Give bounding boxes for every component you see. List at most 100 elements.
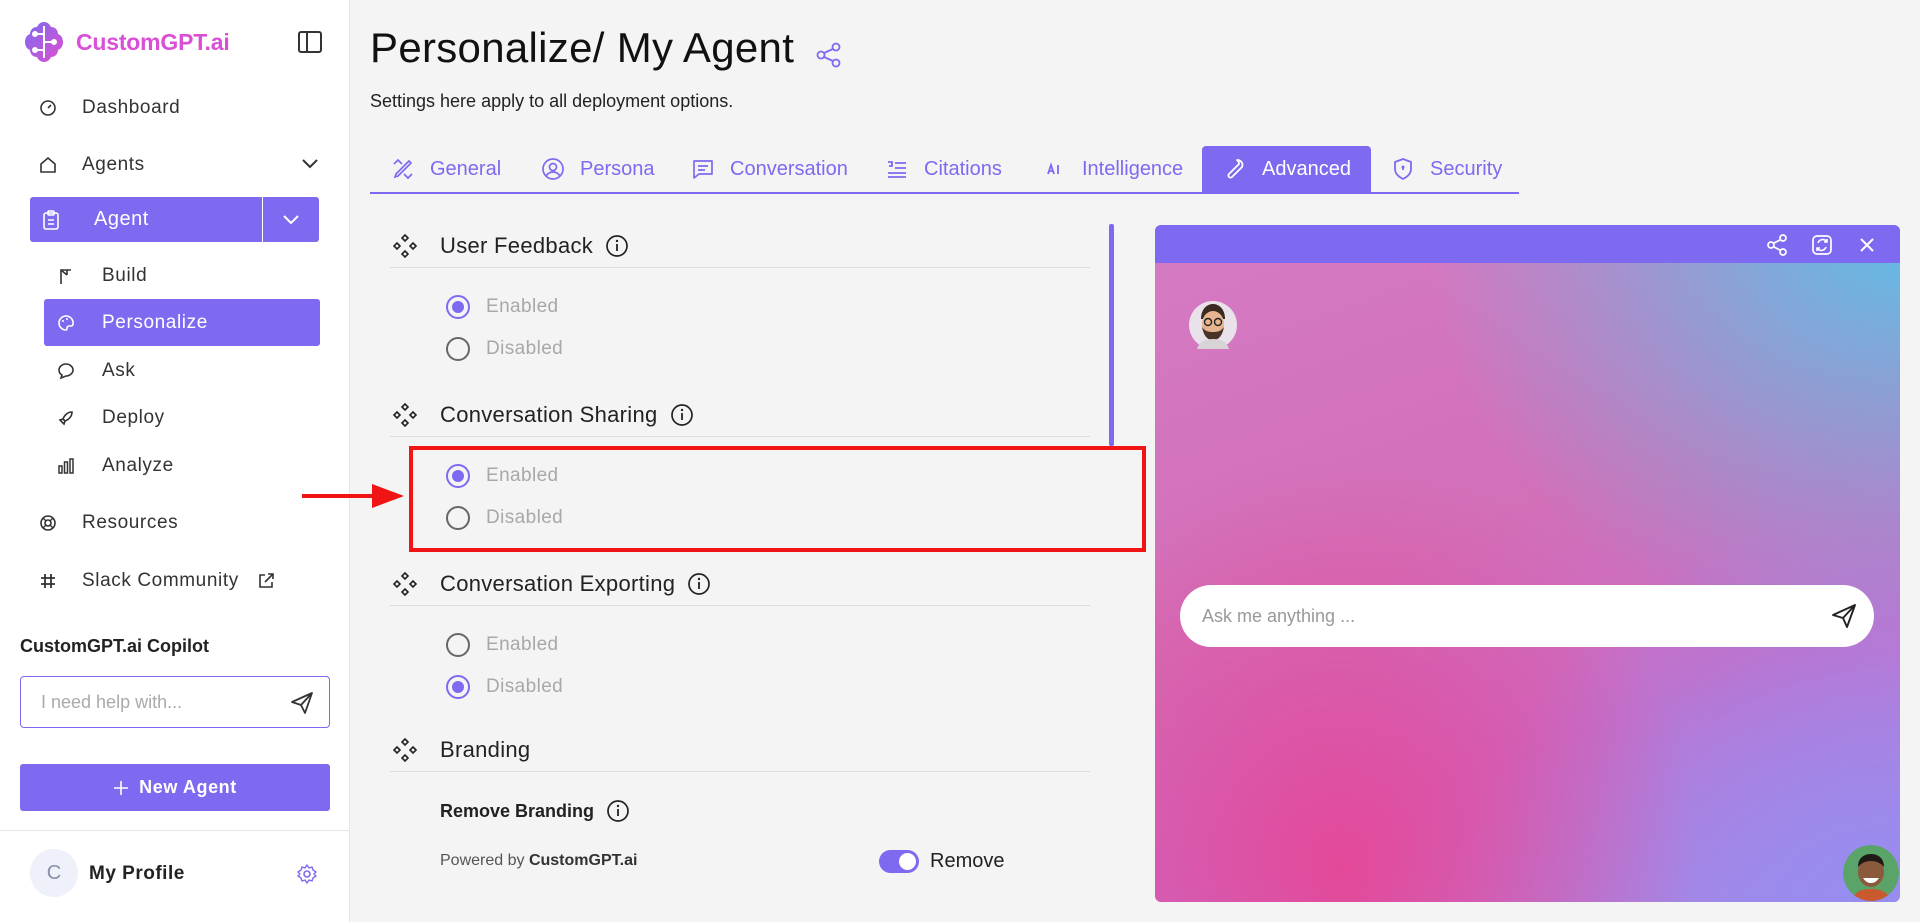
powered-by-brand: CustomGPT.ai bbox=[528, 852, 638, 869]
agent-expand-button[interactable] bbox=[262, 197, 319, 242]
external-link-icon bbox=[259, 573, 274, 588]
conversation-exporting-enabled-radio[interactable]: Enabled bbox=[446, 630, 559, 660]
drag-handle-icon[interactable] bbox=[392, 402, 418, 428]
chat-icon bbox=[56, 361, 76, 381]
chat-preview: Ask me anything ... bbox=[1155, 225, 1900, 902]
sidebar-item-ask[interactable]: Ask bbox=[44, 347, 320, 394]
new-agent-label: New Agent bbox=[139, 777, 237, 797]
sidebar-item-label: Build bbox=[102, 264, 148, 286]
share-icon[interactable] bbox=[1765, 233, 1789, 257]
info-icon[interactable] bbox=[687, 572, 711, 596]
sidebar-item-analyze[interactable]: Analyze bbox=[44, 442, 320, 489]
logo[interactable]: CustomGPT.ai bbox=[20, 18, 230, 66]
tab-conversation[interactable]: Conversation bbox=[690, 146, 848, 192]
sidebar-item-personalize[interactable]: Personalize bbox=[44, 299, 320, 346]
sidebar-item-build[interactable]: Build bbox=[44, 252, 320, 299]
tab-citations[interactable]: Citations bbox=[884, 146, 1002, 192]
sidebar-item-slack-community[interactable]: Slack Community bbox=[30, 557, 275, 605]
share-icon[interactable] bbox=[814, 40, 844, 70]
radio-dot[interactable] bbox=[446, 675, 470, 699]
dashboard-icon bbox=[38, 98, 58, 118]
toggle-label: Remove bbox=[930, 850, 1005, 872]
sidebar-item-dashboard[interactable]: Dashboard bbox=[30, 84, 180, 132]
powered-by-text: Powered by CustomGPT.ai bbox=[440, 852, 637, 870]
section-user-feedback: User Feedback bbox=[390, 224, 1090, 268]
section-title: User Feedback bbox=[440, 232, 594, 258]
sidebar-item-agent[interactable]: Agent bbox=[30, 197, 320, 242]
close-icon[interactable] bbox=[1855, 233, 1879, 257]
drag-handle-icon[interactable] bbox=[392, 571, 418, 597]
tab-label: Intelligence bbox=[1082, 157, 1184, 180]
section-title: Conversation Sharing bbox=[440, 401, 658, 427]
copilot-title: CustomGPT.ai Copilot bbox=[20, 636, 209, 656]
user-feedback-disabled-radio[interactable]: Disabled bbox=[446, 334, 563, 364]
agent-button[interactable]: Agent bbox=[30, 197, 262, 242]
section-conversation-sharing: Conversation Sharing bbox=[390, 393, 1090, 437]
send-icon[interactable] bbox=[289, 690, 315, 716]
sidebar-toggle-icon[interactable] bbox=[296, 28, 324, 56]
tab-label: General bbox=[430, 157, 502, 180]
tab-general[interactable]: General bbox=[390, 146, 501, 192]
drag-handle-icon[interactable] bbox=[392, 233, 418, 259]
tab-security[interactable]: Security bbox=[1390, 146, 1502, 192]
new-agent-button[interactable]: New Agent bbox=[20, 764, 330, 811]
tab-label: Citations bbox=[924, 157, 1002, 180]
sidebar-item-agents[interactable]: Agents bbox=[30, 141, 320, 189]
red-arrow-annotation bbox=[302, 484, 404, 508]
tab-persona[interactable]: Persona bbox=[540, 146, 655, 192]
info-icon[interactable] bbox=[606, 799, 630, 823]
brain-logo-icon bbox=[25, 22, 63, 62]
preview-header bbox=[1155, 225, 1900, 263]
page-subtitle: Settings here apply to all deployment op… bbox=[370, 91, 734, 111]
gear-icon[interactable] bbox=[296, 863, 318, 885]
remove-branding-label: Remove Branding bbox=[440, 799, 630, 823]
tab-advanced[interactable]: Advanced bbox=[1202, 146, 1371, 192]
remove-branding-toggle[interactable] bbox=[879, 850, 919, 873]
info-icon[interactable] bbox=[605, 234, 629, 258]
ai-icon bbox=[1042, 156, 1068, 182]
chevron-down-icon[interactable] bbox=[300, 157, 320, 171]
section-conversation-exporting: Conversation Exporting bbox=[390, 562, 1090, 606]
home-icon bbox=[38, 155, 58, 175]
ask-input[interactable]: Ask me anything ... bbox=[1180, 585, 1874, 647]
profile-name[interactable]: My Profile bbox=[89, 863, 185, 885]
slack-icon bbox=[38, 571, 58, 591]
bar-chart-icon bbox=[56, 456, 76, 476]
radio-dot[interactable] bbox=[446, 337, 470, 361]
message-icon bbox=[690, 156, 716, 182]
send-icon[interactable] bbox=[1830, 602, 1858, 630]
page-title: Personalize/ My Agent bbox=[370, 24, 795, 71]
sidebar-item-label: Deploy bbox=[102, 406, 165, 428]
scrollbar-thumb[interactable] bbox=[1109, 224, 1114, 446]
tab-label: Security bbox=[1430, 157, 1503, 180]
avatar[interactable]: C bbox=[30, 849, 78, 897]
palette-icon bbox=[56, 313, 76, 333]
refresh-icon[interactable] bbox=[1810, 233, 1834, 257]
radio-label: Disabled bbox=[486, 676, 564, 697]
powered-by-prefix: Powered by bbox=[440, 852, 525, 869]
sidebar-item-resources[interactable]: Resources bbox=[30, 499, 178, 547]
sidebar-item-deploy[interactable]: Deploy bbox=[44, 394, 320, 441]
radio-dot[interactable] bbox=[446, 295, 470, 319]
radio-label: Enabled bbox=[486, 634, 559, 655]
lifebuoy-icon bbox=[38, 513, 58, 533]
sidebar-item-label: Analyze bbox=[102, 454, 174, 476]
sidebar-item-label: Agent bbox=[94, 208, 149, 230]
copilot-input[interactable]: I need help with... bbox=[20, 676, 330, 728]
crane-icon bbox=[56, 266, 76, 286]
info-icon[interactable] bbox=[670, 403, 694, 427]
tab-intelligence[interactable]: Intelligence bbox=[1042, 146, 1183, 192]
user-feedback-enabled-radio[interactable]: Enabled bbox=[446, 292, 559, 322]
sidebar-item-label: Personalize bbox=[102, 311, 208, 333]
shield-icon bbox=[1390, 156, 1416, 182]
sidebar-item-label: Resources bbox=[82, 512, 179, 533]
tab-label: Advanced bbox=[1262, 157, 1351, 180]
bot-avatar bbox=[1189, 301, 1237, 349]
ask-placeholder: Ask me anything ... bbox=[1202, 605, 1356, 626]
conversation-exporting-disabled-radio[interactable]: Disabled bbox=[446, 672, 563, 702]
tab-label: Conversation bbox=[730, 157, 848, 180]
radio-dot[interactable] bbox=[446, 633, 470, 657]
tab-label: Persona bbox=[580, 157, 655, 180]
drag-handle-icon[interactable] bbox=[392, 737, 418, 763]
chat-launcher-avatar[interactable] bbox=[1843, 845, 1899, 901]
